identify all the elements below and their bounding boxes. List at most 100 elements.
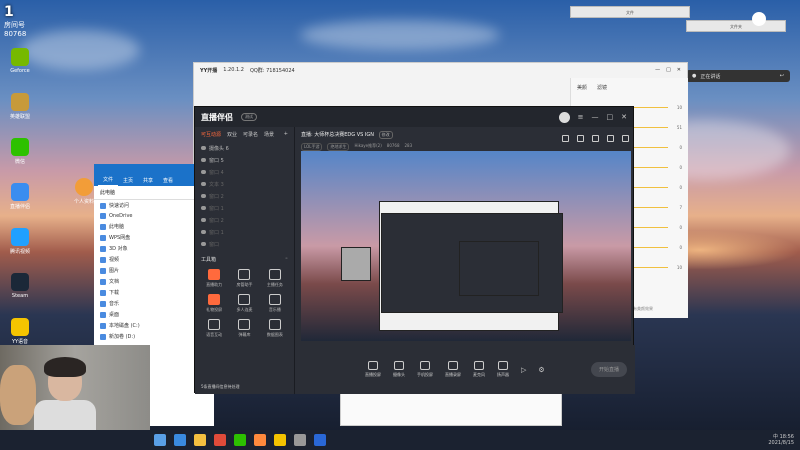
maximize-icon[interactable]: □ xyxy=(666,67,671,73)
system-tray[interactable]: 中 18:56 2021/8/15 xyxy=(768,434,794,446)
edge-icon[interactable] xyxy=(174,434,186,446)
source-tab[interactable]: 场景 xyxy=(264,131,274,138)
ribbon-tab[interactable]: 主页 xyxy=(118,175,138,186)
drive-icon xyxy=(100,322,106,329)
scene-item[interactable]: 窗口 1 xyxy=(195,202,294,214)
windows-start-icon[interactable] xyxy=(154,434,166,446)
maximize-icon[interactable]: □ xyxy=(607,113,614,121)
tool-icon xyxy=(208,269,221,280)
start-live-button[interactable]: 开始直播 xyxy=(590,362,627,377)
close-icon[interactable]: ✕ xyxy=(677,67,681,73)
toolbar-button[interactable]: 扬声器 xyxy=(497,361,509,378)
eye-icon[interactable] xyxy=(201,242,206,246)
scene-item[interactable]: 窗口 2 xyxy=(195,190,294,202)
toolbox-item[interactable]: 直播助力 xyxy=(199,269,229,288)
desktop-icon[interactable]: YY语音 xyxy=(2,318,38,345)
wechat-icon[interactable] xyxy=(234,434,246,446)
live-assistant-icon[interactable] xyxy=(254,434,266,446)
minimize-icon[interactable]: — xyxy=(655,67,660,73)
toolbar-button[interactable]: 直播投屏 xyxy=(365,361,381,378)
toolbox-item[interactable]: 语音互动 xyxy=(199,319,229,338)
tool-label: 语音互动 xyxy=(206,332,223,337)
tool-icon xyxy=(238,294,251,305)
lock-icon[interactable] xyxy=(577,135,584,142)
scene-item[interactable]: 窗口 1 xyxy=(195,226,294,238)
app-icon[interactable] xyxy=(294,434,306,446)
scene-item[interactable]: 文本 3 xyxy=(195,178,294,190)
ribbon-tab[interactable]: 查看 xyxy=(158,175,178,186)
notice-text[interactable]: 5条直播间信息待处理 xyxy=(201,384,240,390)
more-icon[interactable]: ◦ xyxy=(285,256,288,263)
desktop-icon[interactable]: 腾讯视频 xyxy=(2,228,38,255)
gift-icon[interactable] xyxy=(562,135,569,142)
tab-filter[interactable]: 滤镜 xyxy=(597,84,607,91)
minimize-icon[interactable]: — xyxy=(592,113,599,121)
source-tab[interactable]: 可互动源 xyxy=(201,131,221,138)
eye-icon[interactable] xyxy=(201,230,206,234)
screenshot-icon[interactable] xyxy=(592,135,599,142)
scene-item[interactable]: 摄像头 6 xyxy=(195,142,294,154)
room-number: 80768 xyxy=(4,30,27,38)
mini-window-top[interactable]: 文件 xyxy=(570,6,690,18)
ribbon-tab[interactable]: 文件 xyxy=(98,174,119,186)
eye-icon[interactable] xyxy=(201,170,206,174)
add-icon[interactable]: + xyxy=(284,131,288,138)
settings-icon[interactable]: ⚙ xyxy=(538,366,544,374)
toolbar-button[interactable]: 摄像头 xyxy=(393,361,405,378)
menu-icon[interactable]: ≡ xyxy=(578,113,584,121)
tab-beauty[interactable]: 美颜 xyxy=(577,84,587,91)
desktop-icon[interactable]: Steam xyxy=(2,273,38,299)
record-icon[interactable]: ▷ xyxy=(521,366,526,374)
toolbar-button[interactable]: 直播录屏 xyxy=(445,361,461,378)
eye-icon[interactable] xyxy=(201,218,206,222)
folder-icon[interactable] xyxy=(194,434,206,446)
scene-item[interactable]: 窗口 2 xyxy=(195,214,294,226)
eye-icon[interactable] xyxy=(201,206,206,210)
toolbar-button[interactable]: 手机投屏 xyxy=(417,361,433,378)
toolbox-item[interactable]: 弹幕库 xyxy=(229,319,259,338)
toolbox-item[interactable]: 主播任务 xyxy=(260,269,290,288)
ribbon-tab[interactable]: 共享 xyxy=(138,175,158,186)
yy-icon[interactable] xyxy=(274,434,286,446)
edit-title-button[interactable]: 修改 xyxy=(378,131,393,139)
toolbar-label: 手机投屏 xyxy=(417,372,433,377)
nav-item-label: 此电脑 xyxy=(109,224,125,230)
room-title: 直播: 大师杯总决赛EDG VS IGN xyxy=(301,132,375,138)
meta-tag[interactable]: 绝地求生 xyxy=(327,143,350,151)
scene-name: 窗口 2 xyxy=(209,193,224,200)
bell-icon[interactable] xyxy=(607,135,614,142)
source-tab[interactable]: 可录名 xyxy=(243,131,258,138)
back-icon[interactable]: ↩ xyxy=(780,73,784,79)
toolbox-item[interactable]: 多人连麦 xyxy=(229,294,259,313)
eye-icon[interactable] xyxy=(201,182,206,186)
voice-indicator[interactable]: ● 正在讲话 ↩ xyxy=(686,70,790,82)
eye-icon[interactable] xyxy=(201,146,206,150)
close-icon[interactable]: ✕ xyxy=(621,113,627,121)
app-icon[interactable] xyxy=(314,434,326,446)
toolbox-grid: 直播助力 房管助手 主播任务礼物投屏 多人连麦 音乐播语音互动 弹幕库 数据图表 xyxy=(195,269,294,338)
desktop-icon[interactable]: 直播伴侣 xyxy=(2,183,38,210)
chrome-icon[interactable] xyxy=(214,434,226,446)
avatar[interactable] xyxy=(558,111,570,123)
scene-item[interactable]: 窗口 5 xyxy=(195,154,294,166)
mini-window-right[interactable]: 文件夹 xyxy=(686,20,786,32)
meta-tag[interactable]: LOL手游 xyxy=(301,143,323,151)
toolbox-item[interactable]: 数据图表 xyxy=(260,319,290,338)
scene-item[interactable]: 窗口 4 xyxy=(195,166,294,178)
desktop-icon[interactable]: 微信 xyxy=(2,138,38,165)
meta-tag: Hikaye推荐(2) xyxy=(354,143,382,148)
toolbox-item[interactable]: 礼物投屏 xyxy=(199,294,229,313)
share-icon[interactable] xyxy=(622,135,629,142)
toolbar-button[interactable]: 麦克风 xyxy=(473,361,485,378)
toolbox-item[interactable]: 房管助手 xyxy=(229,269,259,288)
eye-icon[interactable] xyxy=(201,158,206,162)
eye-icon[interactable] xyxy=(201,194,206,198)
scene-item[interactable]: 窗口 xyxy=(195,238,294,250)
source-tab[interactable]: 双业 xyxy=(227,131,237,138)
toolbox-item[interactable]: 音乐播 xyxy=(260,294,290,313)
assistant-sidebar: 可互动源 双业 可录名 场景 + 摄像头 6 窗口 5 窗口 4 文本 3 窗口 2 窗口 1 窗口… xyxy=(195,127,295,394)
desktop-icon[interactable]: 英雄联盟 xyxy=(2,93,38,120)
desktop-icon[interactable]: Geforce xyxy=(2,48,38,74)
cat-avatar-icon[interactable] xyxy=(752,12,766,26)
toolbox-header: 工具箱 ◦ xyxy=(195,250,294,269)
